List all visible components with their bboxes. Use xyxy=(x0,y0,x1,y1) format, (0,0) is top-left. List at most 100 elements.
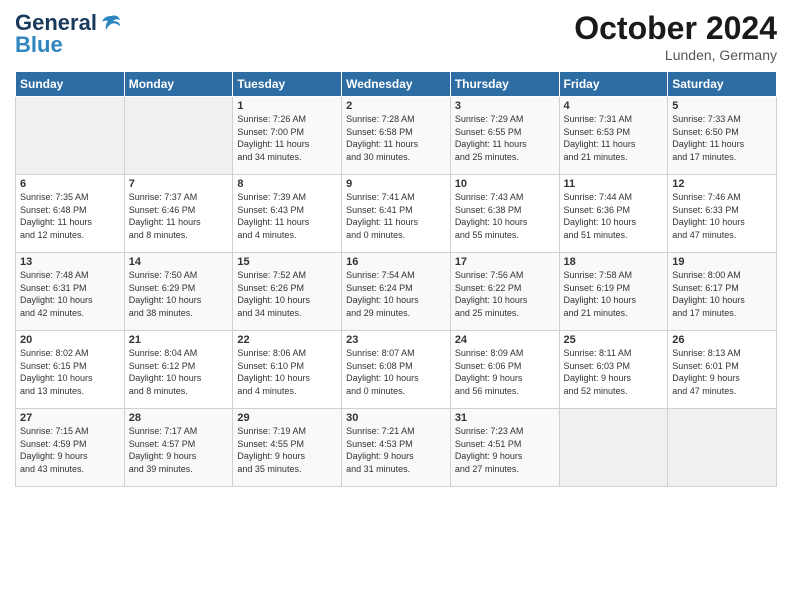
cell-day: 17Sunrise: 7:56 AM Sunset: 6:22 PM Dayli… xyxy=(450,253,559,331)
day-number: 12 xyxy=(672,178,772,190)
day-info: Sunrise: 8:04 AM Sunset: 6:12 PM Dayligh… xyxy=(129,347,229,397)
title-section: October 2024 Lunden, Germany xyxy=(574,10,777,63)
cell-day: 25Sunrise: 8:11 AM Sunset: 6:03 PM Dayli… xyxy=(559,331,668,409)
week-row-2: 6Sunrise: 7:35 AM Sunset: 6:48 PM Daylig… xyxy=(16,175,777,253)
day-info: Sunrise: 7:46 AM Sunset: 6:33 PM Dayligh… xyxy=(672,191,772,241)
day-info: Sunrise: 7:31 AM Sunset: 6:53 PM Dayligh… xyxy=(564,113,664,163)
day-info: Sunrise: 7:28 AM Sunset: 6:58 PM Dayligh… xyxy=(346,113,446,163)
day-info: Sunrise: 7:58 AM Sunset: 6:19 PM Dayligh… xyxy=(564,269,664,319)
day-number: 8 xyxy=(237,178,337,190)
day-info: Sunrise: 8:00 AM Sunset: 6:17 PM Dayligh… xyxy=(672,269,772,319)
day-number: 24 xyxy=(455,334,555,346)
day-number: 7 xyxy=(129,178,229,190)
day-number: 23 xyxy=(346,334,446,346)
day-number: 26 xyxy=(672,334,772,346)
page-header: General Blue October 2024 Lunden, German… xyxy=(15,10,777,63)
day-number: 29 xyxy=(237,412,337,424)
cell-day: 10Sunrise: 7:43 AM Sunset: 6:38 PM Dayli… xyxy=(450,175,559,253)
cell-day: 3Sunrise: 7:29 AM Sunset: 6:55 PM Daylig… xyxy=(450,97,559,175)
day-number: 11 xyxy=(564,178,664,190)
day-info: Sunrise: 7:44 AM Sunset: 6:36 PM Dayligh… xyxy=(564,191,664,241)
cell-day: 4Sunrise: 7:31 AM Sunset: 6:53 PM Daylig… xyxy=(559,97,668,175)
day-number: 10 xyxy=(455,178,555,190)
cell-day: 5Sunrise: 7:33 AM Sunset: 6:50 PM Daylig… xyxy=(668,97,777,175)
day-number: 4 xyxy=(564,100,664,112)
cell-day: 21Sunrise: 8:04 AM Sunset: 6:12 PM Dayli… xyxy=(124,331,233,409)
cell-day: 13Sunrise: 7:48 AM Sunset: 6:31 PM Dayli… xyxy=(16,253,125,331)
day-number: 15 xyxy=(237,256,337,268)
day-info: Sunrise: 8:06 AM Sunset: 6:10 PM Dayligh… xyxy=(237,347,337,397)
day-info: Sunrise: 8:13 AM Sunset: 6:01 PM Dayligh… xyxy=(672,347,772,397)
day-number: 19 xyxy=(672,256,772,268)
cell-day: 7Sunrise: 7:37 AM Sunset: 6:46 PM Daylig… xyxy=(124,175,233,253)
cell-day xyxy=(16,97,125,175)
day-info: Sunrise: 8:07 AM Sunset: 6:08 PM Dayligh… xyxy=(346,347,446,397)
day-number: 18 xyxy=(564,256,664,268)
cell-day xyxy=(668,409,777,487)
cell-day: 1Sunrise: 7:26 AM Sunset: 7:00 PM Daylig… xyxy=(233,97,342,175)
day-info: Sunrise: 7:39 AM Sunset: 6:43 PM Dayligh… xyxy=(237,191,337,241)
day-info: Sunrise: 7:29 AM Sunset: 6:55 PM Dayligh… xyxy=(455,113,555,163)
cell-day: 15Sunrise: 7:52 AM Sunset: 6:26 PM Dayli… xyxy=(233,253,342,331)
col-wednesday: Wednesday xyxy=(342,72,451,97)
logo-blue: Blue xyxy=(15,32,63,58)
cell-day: 29Sunrise: 7:19 AM Sunset: 4:55 PM Dayli… xyxy=(233,409,342,487)
day-number: 9 xyxy=(346,178,446,190)
day-info: Sunrise: 8:09 AM Sunset: 6:06 PM Dayligh… xyxy=(455,347,555,397)
col-monday: Monday xyxy=(124,72,233,97)
col-sunday: Sunday xyxy=(16,72,125,97)
day-number: 13 xyxy=(20,256,120,268)
day-number: 5 xyxy=(672,100,772,112)
month-title: October 2024 xyxy=(574,10,777,47)
day-info: Sunrise: 7:23 AM Sunset: 4:51 PM Dayligh… xyxy=(455,425,555,475)
cell-day xyxy=(559,409,668,487)
header-row: Sunday Monday Tuesday Wednesday Thursday… xyxy=(16,72,777,97)
cell-day: 2Sunrise: 7:28 AM Sunset: 6:58 PM Daylig… xyxy=(342,97,451,175)
cell-day xyxy=(124,97,233,175)
location: Lunden, Germany xyxy=(574,47,777,63)
day-info: Sunrise: 7:21 AM Sunset: 4:53 PM Dayligh… xyxy=(346,425,446,475)
cell-day: 30Sunrise: 7:21 AM Sunset: 4:53 PM Dayli… xyxy=(342,409,451,487)
day-info: Sunrise: 8:11 AM Sunset: 6:03 PM Dayligh… xyxy=(564,347,664,397)
day-info: Sunrise: 7:15 AM Sunset: 4:59 PM Dayligh… xyxy=(20,425,120,475)
day-info: Sunrise: 7:17 AM Sunset: 4:57 PM Dayligh… xyxy=(129,425,229,475)
logo: General Blue xyxy=(15,10,122,58)
col-thursday: Thursday xyxy=(450,72,559,97)
day-info: Sunrise: 7:56 AM Sunset: 6:22 PM Dayligh… xyxy=(455,269,555,319)
cell-day: 6Sunrise: 7:35 AM Sunset: 6:48 PM Daylig… xyxy=(16,175,125,253)
day-number: 22 xyxy=(237,334,337,346)
week-row-3: 13Sunrise: 7:48 AM Sunset: 6:31 PM Dayli… xyxy=(16,253,777,331)
cell-day: 18Sunrise: 7:58 AM Sunset: 6:19 PM Dayli… xyxy=(559,253,668,331)
logo-bird-icon xyxy=(100,12,122,34)
day-number: 30 xyxy=(346,412,446,424)
week-row-4: 20Sunrise: 8:02 AM Sunset: 6:15 PM Dayli… xyxy=(16,331,777,409)
day-info: Sunrise: 7:50 AM Sunset: 6:29 PM Dayligh… xyxy=(129,269,229,319)
day-info: Sunrise: 7:54 AM Sunset: 6:24 PM Dayligh… xyxy=(346,269,446,319)
day-info: Sunrise: 7:41 AM Sunset: 6:41 PM Dayligh… xyxy=(346,191,446,241)
day-number: 6 xyxy=(20,178,120,190)
calendar-table: Sunday Monday Tuesday Wednesday Thursday… xyxy=(15,71,777,487)
day-number: 3 xyxy=(455,100,555,112)
day-info: Sunrise: 7:35 AM Sunset: 6:48 PM Dayligh… xyxy=(20,191,120,241)
day-info: Sunrise: 7:26 AM Sunset: 7:00 PM Dayligh… xyxy=(237,113,337,163)
day-info: Sunrise: 7:52 AM Sunset: 6:26 PM Dayligh… xyxy=(237,269,337,319)
cell-day: 23Sunrise: 8:07 AM Sunset: 6:08 PM Dayli… xyxy=(342,331,451,409)
day-info: Sunrise: 8:02 AM Sunset: 6:15 PM Dayligh… xyxy=(20,347,120,397)
cell-day: 16Sunrise: 7:54 AM Sunset: 6:24 PM Dayli… xyxy=(342,253,451,331)
day-info: Sunrise: 7:43 AM Sunset: 6:38 PM Dayligh… xyxy=(455,191,555,241)
day-number: 20 xyxy=(20,334,120,346)
day-info: Sunrise: 7:37 AM Sunset: 6:46 PM Dayligh… xyxy=(129,191,229,241)
week-row-5: 27Sunrise: 7:15 AM Sunset: 4:59 PM Dayli… xyxy=(16,409,777,487)
col-friday: Friday xyxy=(559,72,668,97)
day-info: Sunrise: 7:19 AM Sunset: 4:55 PM Dayligh… xyxy=(237,425,337,475)
cell-day: 31Sunrise: 7:23 AM Sunset: 4:51 PM Dayli… xyxy=(450,409,559,487)
cell-day: 22Sunrise: 8:06 AM Sunset: 6:10 PM Dayli… xyxy=(233,331,342,409)
day-number: 14 xyxy=(129,256,229,268)
day-number: 16 xyxy=(346,256,446,268)
cell-day: 12Sunrise: 7:46 AM Sunset: 6:33 PM Dayli… xyxy=(668,175,777,253)
cell-day: 19Sunrise: 8:00 AM Sunset: 6:17 PM Dayli… xyxy=(668,253,777,331)
day-number: 2 xyxy=(346,100,446,112)
day-number: 1 xyxy=(237,100,337,112)
cell-day: 9Sunrise: 7:41 AM Sunset: 6:41 PM Daylig… xyxy=(342,175,451,253)
cell-day: 8Sunrise: 7:39 AM Sunset: 6:43 PM Daylig… xyxy=(233,175,342,253)
